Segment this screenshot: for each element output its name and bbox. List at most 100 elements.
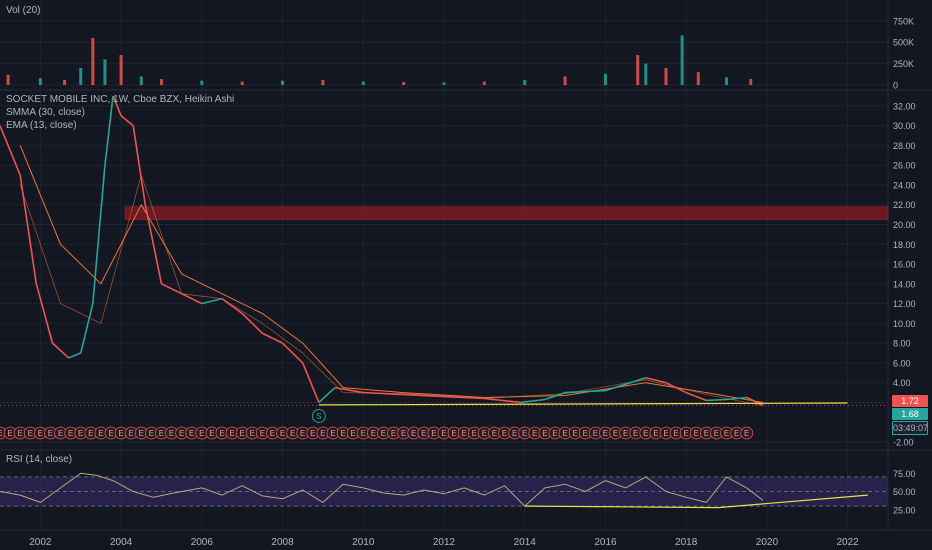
volume-axis-tick-label: 250K: [893, 59, 914, 69]
price-axis-tick-label: 14.00: [893, 279, 916, 289]
earnings-marker-label: E: [209, 429, 214, 438]
volume-bar: [636, 55, 640, 85]
rsi-axis-tick-label: 50.00: [893, 487, 916, 497]
earnings-marker-label: E: [522, 429, 527, 438]
earnings-marker-label: E: [431, 429, 436, 438]
volume-bar: [79, 67, 83, 85]
volume-bar: [6, 74, 10, 85]
earnings-marker-label: E: [189, 429, 194, 438]
earnings-marker-label: E: [714, 429, 719, 438]
earnings-marker-label: E: [330, 429, 335, 438]
earnings-marker-label: E: [58, 429, 63, 438]
earnings-marker-label: E: [502, 429, 507, 438]
volume-bar: [200, 80, 204, 85]
x-axis-tick-label: 2004: [110, 537, 133, 548]
volume-bar: [664, 67, 668, 85]
earnings-marker-label: E: [129, 429, 134, 438]
volume-bar: [482, 81, 486, 85]
earnings-marker-label: E: [310, 429, 315, 438]
earnings-marker-label: E: [673, 429, 678, 438]
earnings-marker-label: E: [260, 429, 265, 438]
volume-bar: [749, 79, 753, 85]
volume-bar: [119, 55, 123, 85]
earnings-marker-label: E: [38, 429, 43, 438]
rsi-axis-tick-label: 75.00: [893, 469, 916, 479]
earnings-marker-label: E: [704, 429, 709, 438]
volume-bar: [159, 79, 163, 85]
volume-bar: [442, 82, 446, 85]
earnings-marker-label: E: [603, 429, 608, 438]
earnings-marker-label: E: [280, 429, 285, 438]
price-segment: [706, 398, 727, 402]
rsi-pane-title: RSI (14, close): [6, 454, 73, 465]
earnings-marker-label: E: [0, 429, 3, 438]
earnings-marker-label: E: [270, 429, 275, 438]
x-axis-tick-label: 2022: [837, 537, 860, 548]
earnings-marker-label: E: [724, 429, 729, 438]
earnings-marker-label: E: [421, 429, 426, 438]
x-axis-tick-label: 2012: [433, 537, 456, 548]
earnings-marker-label: E: [48, 429, 53, 438]
x-axis-tick-label: 2018: [675, 537, 698, 548]
price-axis-tick-label: 32.00: [893, 101, 916, 111]
chart-canvas[interactable]: 2002 2004 2006 2008 2010 2012 2014 2016 2018 2020…: [0, 0, 932, 550]
price-axis-tick-label: 22.00: [893, 200, 916, 210]
earnings-marker-label: E: [633, 429, 638, 438]
earnings-marker-label: E: [7, 429, 12, 438]
volume-bar: [725, 77, 729, 85]
earnings-marker-label: E: [250, 429, 255, 438]
earnings-marker-label: E: [562, 429, 567, 438]
earnings-marker-label: E: [199, 429, 204, 438]
earnings-marker-label: E: [351, 429, 356, 438]
price-axis-tick-label: 8.00: [893, 339, 911, 349]
price-axis-tick-label: 28.00: [893, 141, 916, 151]
earnings-marker-label: E: [462, 429, 467, 438]
price-axis-tick-label: -2.00: [893, 438, 914, 448]
price-axis-tick-label: 18.00: [893, 240, 916, 250]
earnings-marker-label: E: [613, 429, 618, 438]
earnings-marker-label: E: [744, 429, 749, 438]
earnings-marker-label: E: [88, 429, 93, 438]
earnings-marker-label: E: [401, 429, 406, 438]
earnings-marker-label: E: [472, 429, 477, 438]
earnings-marker-label: E: [411, 429, 416, 438]
earnings-marker-label: E: [361, 429, 366, 438]
earnings-marker-label: E: [18, 429, 23, 438]
x-axis-tick-label: 2002: [29, 537, 52, 548]
earnings-marker-label: E: [229, 429, 234, 438]
smma-legend: SMMA (30, close): [6, 107, 85, 118]
price-axis-tick-label: 10.00: [893, 319, 916, 329]
earnings-marker-label: E: [300, 429, 305, 438]
earnings-marker-label: E: [734, 429, 739, 438]
earnings-marker-label: E: [240, 429, 245, 438]
volume-bar: [402, 82, 406, 85]
earnings-marker-label: E: [451, 429, 456, 438]
earnings-marker-label: E: [169, 429, 174, 438]
volume-bar: [644, 63, 648, 85]
x-axis-tick-label: 2010: [352, 537, 375, 548]
volume-bar: [281, 80, 285, 85]
price-axis-tick-label: 30.00: [893, 121, 916, 131]
earnings-marker-label: E: [139, 429, 144, 438]
earnings-marker-label: E: [118, 429, 123, 438]
earnings-marker-label: E: [492, 429, 497, 438]
volume-pane-title: Vol (20): [6, 5, 41, 16]
earnings-marker-label: E: [108, 429, 113, 438]
earnings-marker-label: E: [78, 429, 83, 438]
earnings-marker-label: E: [391, 429, 396, 438]
price-pane-title: SOCKET MOBILE INC, 1W, Cboe BZX, Heikin …: [6, 94, 235, 105]
volume-bar: [361, 81, 365, 85]
earnings-marker-label: E: [98, 429, 103, 438]
volume-bar: [91, 37, 95, 85]
volume-bar: [523, 79, 527, 85]
earnings-marker-label: E: [643, 429, 648, 438]
volume-bar: [38, 78, 42, 85]
price-axis-tick-label: 16.00: [893, 260, 916, 270]
earnings-marker-label: E: [290, 429, 295, 438]
split-marker-label: S: [316, 412, 321, 421]
price-axis-tick-label: 6.00: [893, 358, 911, 368]
x-axis-tick-label: 2006: [191, 537, 214, 548]
volume-axis-tick-label: 0: [893, 81, 898, 91]
earnings-marker-label: E: [573, 429, 578, 438]
earnings-marker-label: E: [653, 429, 658, 438]
